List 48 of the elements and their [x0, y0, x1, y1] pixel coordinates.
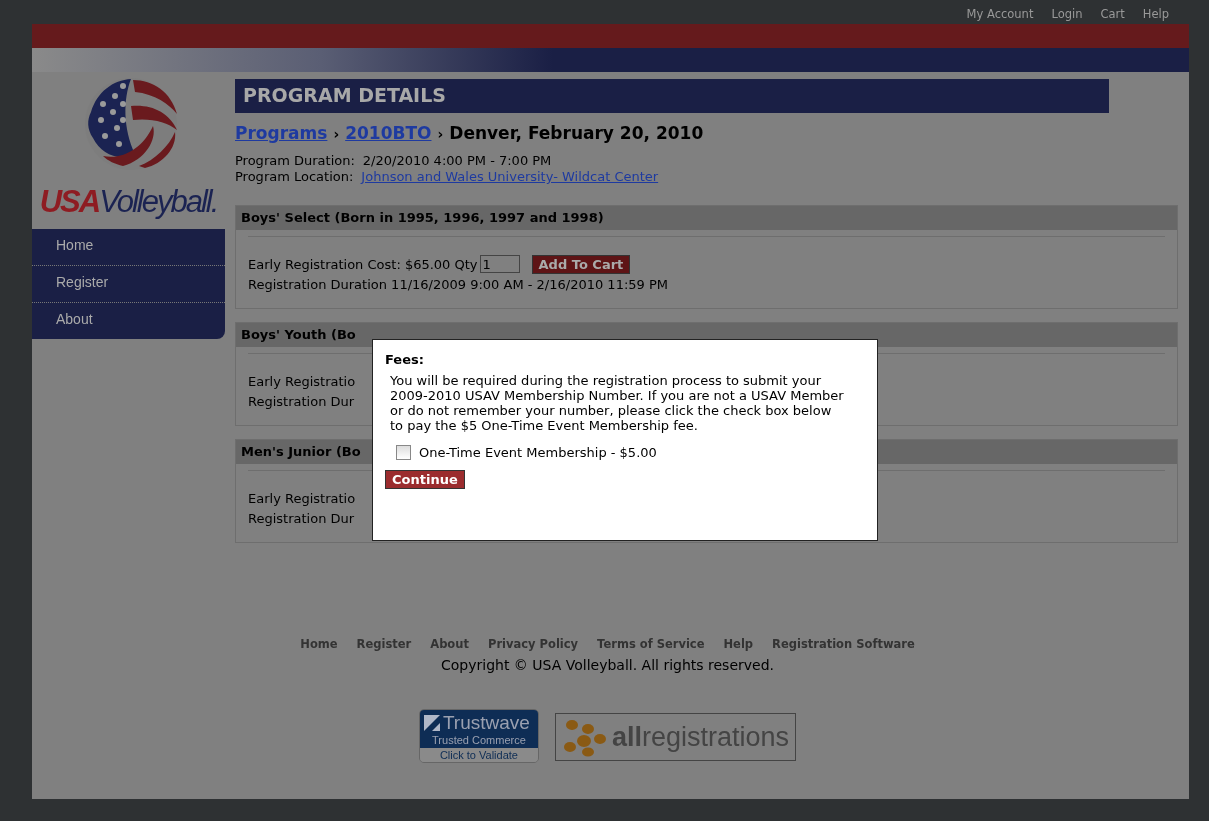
- footer-link[interactable]: Registration Software: [772, 637, 915, 651]
- sidebar-nav-item[interactable]: Home: [32, 229, 225, 266]
- cost-text: Early Registratio: [248, 490, 356, 506]
- footer-link[interactable]: Home: [300, 637, 338, 651]
- footer-link[interactable]: Terms of Service: [597, 637, 705, 651]
- top-nav-link[interactable]: Login: [1051, 6, 1083, 21]
- info-label: Program Duration:: [235, 153, 355, 169]
- seal-validate-text: Click to Validate: [419, 748, 538, 762]
- page-title: PROGRAM DETAILS: [235, 79, 1109, 113]
- dots-logo-icon: [561, 717, 608, 757]
- registration-duration-text: Registration Dur: [248, 510, 355, 528]
- breadcrumb-current: Denver, February 20, 2010: [449, 123, 704, 143]
- dialog-title: Fees:: [385, 352, 425, 367]
- partner-logo-badge[interactable]: allregistrations: [554, 713, 797, 761]
- breadcrumb-separator: ›: [437, 126, 444, 142]
- sidebar-nav-item[interactable]: Register: [32, 266, 225, 303]
- top-nav-link[interactable]: My Account: [966, 6, 1034, 21]
- footer-link[interactable]: About: [430, 637, 469, 651]
- trust-seal-badge[interactable]: Trustwave Trusted Commerce Click to Validate: [418, 709, 539, 763]
- footer-link[interactable]: Help: [723, 637, 754, 651]
- location-link[interactable]: Johnson and Wales University- Wildcat Center: [361, 169, 659, 185]
- breadcrumb-link[interactable]: 2010BTO: [345, 123, 432, 143]
- footer-link[interactable]: Privacy Policy: [487, 637, 579, 651]
- registration-duration-text: Registration Duration 11/16/2009 9:00 AM - 2/16/2010 11:59 PM: [248, 276, 668, 294]
- membership-checkbox[interactable]: [396, 445, 411, 460]
- info-label: Program Location:: [235, 169, 354, 185]
- registration-duration-text: Registration Dur: [248, 393, 355, 411]
- breadcrumb-separator: ›: [333, 126, 340, 142]
- quantity-field[interactable]: 1: [479, 255, 520, 273]
- section-header: Boys' Select (Born in 1995, 1996, 1997 and 1998): [236, 206, 1177, 230]
- dialog-message: You will be required during the registration process to submit your 2009-2010 USAV Membership Number. If you are not a USAV Member or do not remember your number, please click the check box below to pay the $5 One-Time Event Membership fee.: [390, 373, 845, 433]
- logo-wordmark: USAVolleyball.: [39, 184, 218, 220]
- top-nav-link[interactable]: Cart: [1100, 6, 1125, 21]
- info-value: 2/20/2010 4:00 PM - 7:00 PM: [362, 153, 552, 169]
- partner-wordmark: allregistrations: [611, 721, 790, 753]
- seal-caption: Trusted Commerce: [431, 734, 527, 746]
- seal-logo-icon: [423, 715, 440, 731]
- top-nav-link[interactable]: Help: [1142, 6, 1169, 21]
- add-to-cart-button[interactable]: Add To Cart: [531, 254, 631, 274]
- continue-button[interactable]: Continue: [385, 470, 465, 489]
- cost-text: Early Registratio: [248, 373, 356, 389]
- breadcrumb-link[interactable]: Programs: [235, 123, 328, 143]
- sidebar-nav-item[interactable]: About: [32, 303, 225, 339]
- footer-link[interactable]: Register: [356, 637, 412, 651]
- seal-name: Trustwave: [442, 712, 530, 734]
- copyright-text: Copyright © USA Volleyball. All rights reserved.: [441, 657, 774, 673]
- checkbox-label: One-Time Event Membership - $5.00: [419, 445, 657, 460]
- cost-text: Early Registration Cost: $65.00 Qty: [248, 256, 478, 272]
